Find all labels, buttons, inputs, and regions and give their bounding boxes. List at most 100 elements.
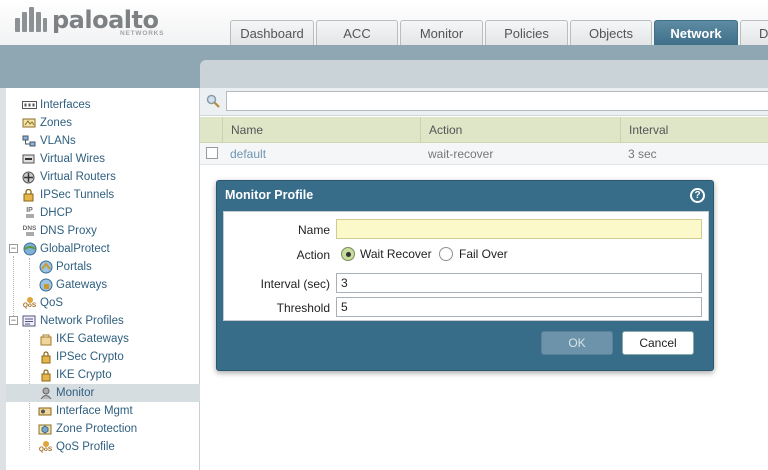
sidebar-item-label: DNS Proxy bbox=[40, 225, 97, 237]
tab-network[interactable]: Network bbox=[654, 20, 738, 45]
sidebar-item-globalprotect[interactable]: GlobalProtect bbox=[22, 240, 110, 258]
sidebar-item-virtual-wires[interactable]: Virtual Wires bbox=[22, 150, 105, 168]
row-action: wait-recover bbox=[428, 147, 494, 161]
tab-monitor[interactable]: Monitor bbox=[400, 20, 483, 45]
table-header: Name Action Interval bbox=[200, 117, 768, 143]
sidebar-item-gateways[interactable]: Gateways bbox=[38, 276, 107, 294]
sidebar-item-zones[interactable]: Zones bbox=[22, 114, 72, 132]
tree-line bbox=[13, 256, 14, 318]
portals-icon bbox=[38, 260, 53, 274]
sidebar-item-ipsec-crypto[interactable]: IPSec Crypto bbox=[38, 348, 124, 366]
sidebar-item-label: Gateways bbox=[56, 279, 108, 291]
sidebar-item-label: Interface Mgmt bbox=[56, 405, 133, 417]
virtual-wires-icon bbox=[22, 153, 37, 166]
tab-device[interactable]: De bbox=[740, 20, 768, 45]
name-field[interactable] bbox=[336, 219, 702, 239]
table-row[interactable]: default wait-recover 3 sec bbox=[200, 143, 768, 165]
sidebar-item-label: Zone Protection bbox=[56, 423, 138, 435]
action-label: Action bbox=[296, 248, 330, 262]
gateways-icon bbox=[38, 278, 53, 292]
filter-bar bbox=[200, 88, 768, 116]
monitor-profile-dialog: Monitor Profile ? Name Action Wait Recov… bbox=[216, 180, 714, 371]
sidebar-item-ipsec-tunnels[interactable]: IPSec Tunnels bbox=[22, 186, 114, 204]
sidebar-item-label: Virtual Wires bbox=[40, 153, 105, 165]
sidebar-item-label: Zones bbox=[40, 117, 72, 129]
interval-field[interactable] bbox=[336, 273, 702, 293]
sidebar-item-interfaces[interactable]: Interfaces bbox=[22, 96, 91, 114]
monitor-profile-form: Name Action Wait Recover Fail Over Inter… bbox=[223, 211, 709, 321]
sidebar-item-interface-mgmt[interactable]: Interface Mgmt bbox=[38, 402, 133, 420]
cancel-button[interactable]: Cancel bbox=[622, 331, 694, 355]
sidebar-item-vlans[interactable]: VLANs bbox=[22, 132, 76, 150]
sidebar-item-label: QoS bbox=[40, 297, 64, 309]
main-tabs: Dashboard ACC Monitor Policies Objects N… bbox=[230, 20, 768, 45]
dialog-title: Monitor Profile bbox=[225, 188, 314, 202]
sidebar-item-label: Interfaces bbox=[40, 99, 91, 111]
help-icon[interactable]: ? bbox=[690, 188, 705, 203]
sidebar-item-ike-crypto[interactable]: IKE Crypto bbox=[38, 366, 112, 384]
sidebar-item-network-profiles[interactable]: Network Profiles bbox=[22, 312, 124, 330]
sidebar-item-label: IKE Gateways bbox=[56, 333, 129, 345]
interval-label: Interval (sec) bbox=[260, 277, 330, 291]
qos-profile-icon: QoS bbox=[38, 441, 53, 454]
column-header-interval[interactable]: Interval bbox=[620, 117, 768, 143]
network-profiles-icon bbox=[22, 315, 37, 328]
wait-recover-radio[interactable] bbox=[341, 247, 355, 261]
sidebar-item-label: Network Profiles bbox=[40, 315, 124, 327]
sidebar-item-qos-profile[interactable]: QoS QoS Profile bbox=[38, 438, 115, 456]
wait-recover-label[interactable]: Wait Recover bbox=[360, 247, 432, 261]
sidebar-item-label: Portals bbox=[56, 261, 92, 273]
paloalto-logo: paloalto NETWORKS bbox=[14, 4, 164, 40]
sidebar-item-label: Monitor bbox=[56, 387, 95, 399]
sidebar-item-label: Virtual Routers bbox=[40, 171, 116, 183]
sidebar-item-dhcp[interactable]: IP DHCP bbox=[22, 204, 73, 222]
qos-icon: QoS bbox=[22, 297, 37, 310]
sidebar-item-portals[interactable]: Portals bbox=[38, 258, 92, 276]
zone-protection-icon bbox=[38, 423, 53, 436]
ipsec-tunnels-icon bbox=[22, 188, 37, 202]
row-interval: 3 sec bbox=[628, 147, 657, 161]
tab-acc[interactable]: ACC bbox=[316, 20, 398, 45]
ok-button[interactable]: OK bbox=[541, 331, 613, 355]
globalprotect-icon bbox=[22, 242, 37, 256]
sidebar-item-monitor[interactable]: Monitor bbox=[6, 384, 200, 402]
collapse-globalprotect-icon[interactable]: − bbox=[9, 244, 18, 253]
sidebar-item-label: VLANs bbox=[40, 135, 76, 147]
sidebar-item-label: GlobalProtect bbox=[40, 243, 110, 255]
row-name-link[interactable]: default bbox=[222, 143, 266, 165]
content-top-edge bbox=[200, 60, 768, 88]
sidebar-item-label: DHCP bbox=[40, 207, 73, 219]
paloalto-logo-mark-icon bbox=[15, 7, 47, 32]
dhcp-icon: IP bbox=[22, 207, 37, 220]
dns-proxy-icon: DNS bbox=[22, 225, 37, 238]
sidebar-item-ike-gateways[interactable]: IKE Gateways bbox=[38, 330, 129, 348]
tab-objects[interactable]: Objects bbox=[570, 20, 652, 45]
fail-over-radio[interactable] bbox=[439, 247, 453, 261]
ike-gateways-icon bbox=[38, 333, 53, 346]
vlans-icon bbox=[22, 135, 37, 148]
sidebar-item-dns-proxy[interactable]: DNS DNS Proxy bbox=[22, 222, 97, 240]
name-label: Name bbox=[297, 223, 330, 237]
sidebar-item-qos[interactable]: QoS QoS bbox=[22, 294, 63, 312]
interfaces-icon bbox=[22, 99, 37, 112]
threshold-label: Threshold bbox=[276, 301, 330, 315]
column-header-action[interactable]: Action bbox=[420, 117, 620, 143]
search-icon bbox=[206, 94, 220, 108]
sidebar-item-label: QoS Profile bbox=[56, 441, 115, 453]
collapse-network-profiles-icon[interactable]: − bbox=[9, 316, 18, 325]
top-header: paloalto NETWORKS Dashboard ACC Monitor … bbox=[0, 0, 768, 45]
row-checkbox[interactable] bbox=[206, 147, 218, 159]
threshold-field[interactable] bbox=[336, 297, 702, 317]
interface-mgmt-icon bbox=[38, 405, 53, 418]
monitor-icon bbox=[38, 387, 53, 400]
zones-icon bbox=[22, 117, 37, 130]
sidebar-item-zone-protection[interactable]: Zone Protection bbox=[38, 420, 137, 438]
sidebar-item-label: IPSec Tunnels bbox=[40, 189, 115, 201]
column-header-name[interactable]: Name bbox=[222, 117, 420, 143]
sidebar-item-virtual-routers[interactable]: Virtual Routers bbox=[22, 168, 116, 186]
tab-policies[interactable]: Policies bbox=[485, 20, 568, 45]
tab-dashboard[interactable]: Dashboard bbox=[230, 20, 314, 45]
logo-subtext: NETWORKS bbox=[120, 30, 165, 37]
fail-over-label[interactable]: Fail Over bbox=[459, 247, 508, 261]
filter-input[interactable] bbox=[226, 91, 768, 111]
